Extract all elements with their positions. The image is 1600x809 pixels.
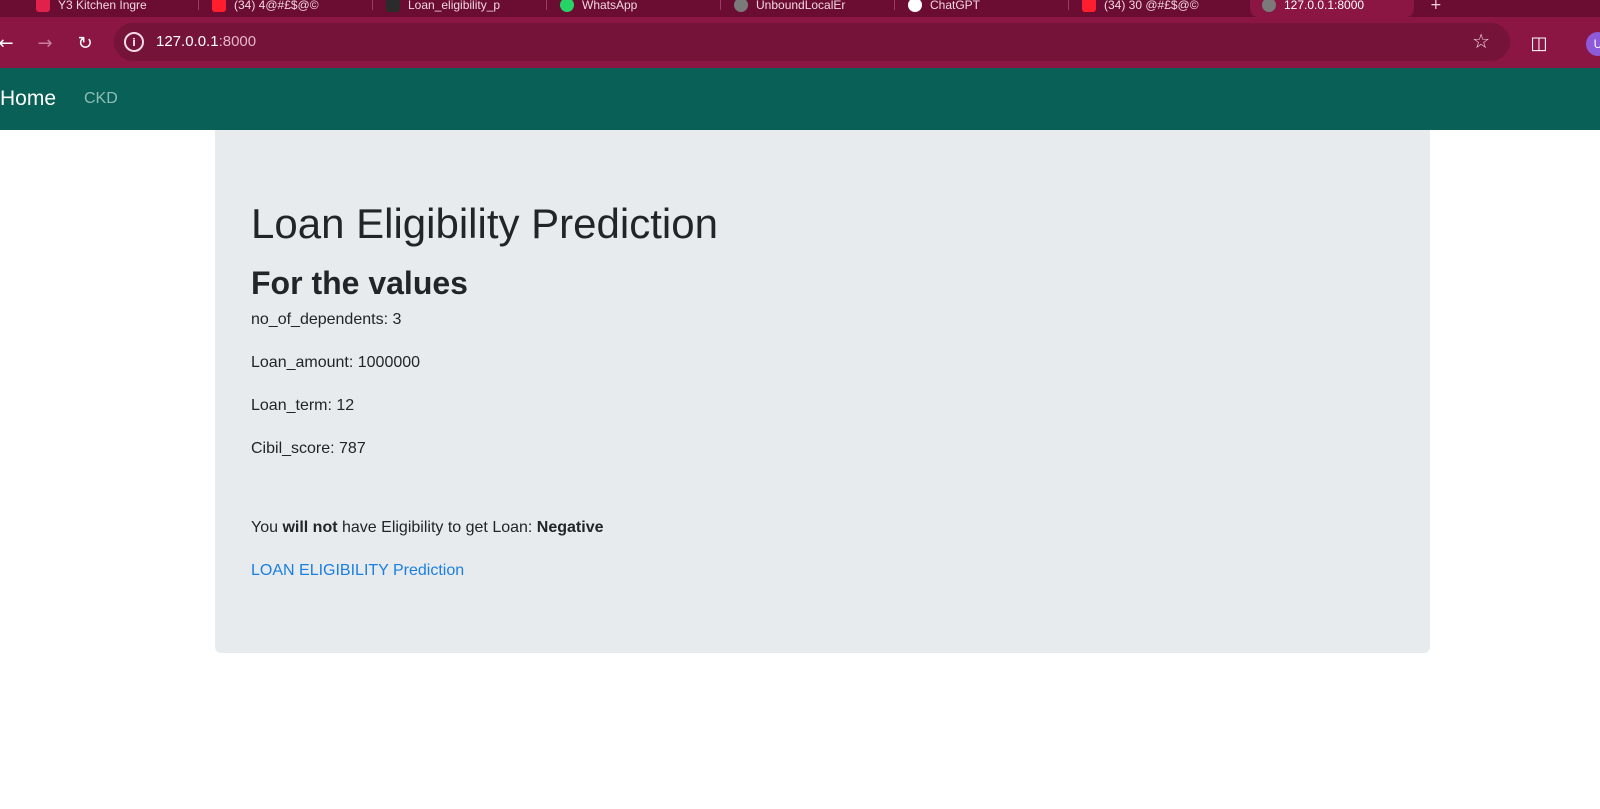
tab-separator bbox=[372, 0, 373, 10]
tab-label: Y3 Kitchen Ingre bbox=[58, 0, 147, 12]
result-prefix: You bbox=[251, 519, 283, 536]
browser-tab-3[interactable]: Loan_eligibility_p bbox=[374, 0, 544, 17]
url-host: 127.0.0.1 bbox=[156, 33, 219, 50]
browser-tab-5[interactable]: UnboundLocalEr bbox=[722, 0, 892, 17]
loan-prediction-link[interactable]: LOAN ELIGIBILITY Prediction bbox=[251, 562, 464, 580]
youtube-icon bbox=[212, 0, 226, 12]
profile-avatar[interactable]: U bbox=[1586, 32, 1600, 56]
reload-icon: ↻ bbox=[77, 32, 93, 54]
tab-separator bbox=[720, 0, 721, 10]
tab-separator bbox=[546, 0, 547, 10]
url-text: 127.0.0.1:8000 bbox=[156, 33, 256, 50]
browser-toolbar: ← → ↻ i 127.0.0.1:8000 ☆ ◫ U bbox=[0, 17, 1600, 68]
result-card: Loan Eligibility Prediction For the valu… bbox=[215, 130, 1430, 653]
tab-separator bbox=[894, 0, 895, 10]
browser-tab-1[interactable]: Y3 Kitchen Ingre bbox=[24, 0, 194, 17]
value-loan-term: Loan_term: 12 bbox=[251, 397, 355, 414]
plus-icon: + bbox=[1430, 0, 1442, 13]
site-navbar: Home CKD bbox=[0, 68, 1600, 130]
globe-icon bbox=[734, 0, 748, 12]
forward-button[interactable]: → bbox=[31, 29, 59, 57]
result-emphasis: will not bbox=[282, 519, 338, 536]
value-cibil-score: Cibil_score: 787 bbox=[251, 440, 366, 457]
tab-label: Loan_eligibility_p bbox=[408, 0, 501, 12]
arrow-right-icon: → bbox=[37, 32, 53, 54]
result-value: Negative bbox=[536, 519, 604, 536]
bookmark-star-icon[interactable]: ☆ bbox=[1472, 29, 1490, 53]
pinterest-icon bbox=[36, 0, 50, 12]
tab-label: UnboundLocalEr bbox=[756, 0, 846, 12]
youtube-icon bbox=[1082, 0, 1096, 12]
new-tab-button[interactable]: + bbox=[1418, 0, 1600, 17]
browser-tab-strip: Y3 Kitchen Ingre (34) 4@#£$@© Loan_eligi… bbox=[0, 0, 1600, 17]
tab-separator bbox=[198, 0, 199, 10]
puzzle-icon: ◫ bbox=[1530, 32, 1548, 54]
browser-tab-6[interactable]: ChatGPT bbox=[896, 0, 1066, 17]
address-bar[interactable]: i 127.0.0.1:8000 ☆ bbox=[114, 23, 1510, 61]
browser-tab-active[interactable]: 127.0.0.1:8000 bbox=[1250, 0, 1414, 17]
extensions-button[interactable]: ◫ bbox=[1526, 30, 1552, 56]
prediction-result: You will not have Eligibility to get Loa… bbox=[251, 519, 604, 537]
tab-label: (34) 4@#£$@© bbox=[234, 0, 319, 12]
section-subtitle: For the values bbox=[251, 265, 468, 301]
chatgpt-icon bbox=[908, 0, 922, 12]
url-port: :8000 bbox=[218, 33, 257, 50]
back-button[interactable]: ← bbox=[0, 29, 20, 57]
browser-tab-7[interactable]: (34) 30 @#£$@© bbox=[1070, 0, 1240, 17]
nav-link-ckd[interactable]: CKD bbox=[84, 90, 118, 108]
info-icon[interactable]: i bbox=[124, 32, 144, 52]
nav-brand-home[interactable]: Home bbox=[0, 87, 56, 111]
tab-separator bbox=[1068, 0, 1069, 10]
tab-label: ChatGPT bbox=[930, 0, 981, 12]
reload-button[interactable]: ↻ bbox=[71, 29, 99, 57]
tab-label: WhatsApp bbox=[582, 0, 638, 12]
page-title: Loan Eligibility Prediction bbox=[251, 200, 718, 247]
arrow-left-icon: ← bbox=[0, 32, 14, 54]
whatsapp-icon bbox=[560, 0, 574, 12]
value-loan-amount: Loan_amount: 1000000 bbox=[251, 354, 421, 371]
browser-tab-2[interactable]: (34) 4@#£$@© bbox=[200, 0, 370, 17]
globe-icon bbox=[1262, 0, 1276, 12]
browser-tab-4[interactable]: WhatsApp bbox=[548, 0, 718, 17]
result-middle: have Eligibility to get Loan: bbox=[337, 519, 537, 536]
tab-label: (34) 30 @#£$@© bbox=[1104, 0, 1199, 12]
github-icon bbox=[386, 0, 400, 12]
tab-label: 127.0.0.1:8000 bbox=[1284, 0, 1365, 12]
value-dependents: no_of_dependents: 3 bbox=[251, 311, 402, 328]
